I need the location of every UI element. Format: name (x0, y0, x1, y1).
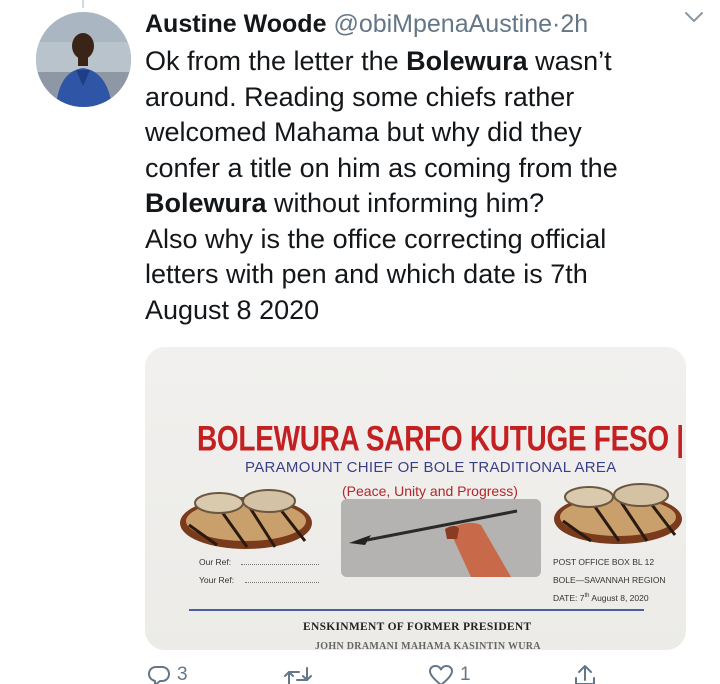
like-icon (429, 665, 453, 684)
tweet-line: Also why is the office correcting offici… (145, 223, 607, 254)
tweet-line: welcomed Mahama but why did they (145, 117, 582, 147)
reply-icon (148, 666, 170, 684)
bold-text: Bolewura (145, 188, 267, 218)
our-ref-label: Our Ref: (199, 557, 232, 567)
your-ref-line (245, 582, 319, 583)
tweet-line: Ok from the letter the Bolewura wasn’t (145, 44, 690, 80)
tweet-media-image[interactable]: BOLEWURA SARFO KUTUGE FESO | PARAMOUNT C… (145, 347, 686, 650)
bold-text: Bolewura (406, 46, 528, 76)
tweet-text: Ok from the letter the Bolewura wasn’t a… (145, 44, 690, 328)
reply-button[interactable]: 3 (147, 664, 188, 684)
spear-arm-graphic (341, 499, 541, 577)
avatar[interactable] (36, 12, 131, 107)
timestamp[interactable]: 2h (560, 10, 588, 38)
letter-divider (189, 609, 644, 611)
letter-cutoff-line: JOHN DRAMANI MAHAMA KASINTIN WURA (315, 641, 541, 650)
letterhead-title: BOLEWURA SARFO KUTUGE FESO | (197, 419, 684, 458)
our-ref-line (241, 564, 319, 565)
text-span: Ok from the letter the (145, 46, 407, 76)
tweet-actions: 3 1 (145, 664, 615, 684)
retweet-icon (284, 667, 312, 684)
date-prefix: DATE: 7 (553, 593, 585, 603)
po-box: POST OFFICE BOX BL 12 (553, 557, 655, 567)
author-handle[interactable]: @obiMpenaAustine (333, 10, 552, 38)
letter-heading: ENSKINMENT OF FORMER PRESIDENT (303, 621, 532, 633)
thread-connector (82, 0, 84, 8)
tweet-line: confer a title on him as coming from the (145, 152, 618, 183)
text-span: without informing him? (266, 188, 545, 218)
region-label: BOLE—SAVANNAH REGION (553, 575, 666, 585)
letterhead-motto: (Peace, Unity and Progress) (342, 483, 518, 499)
share-icon (575, 665, 595, 684)
tweet-line: around. Reading some chiefs rather (145, 81, 575, 112)
reply-count: 3 (177, 664, 188, 684)
drums-emblem-left (180, 489, 312, 549)
tweet-line: letters with pen and which date is 7th (145, 259, 588, 289)
retweet-button[interactable] (283, 664, 319, 684)
letter-date: DATE: 7th August 8, 2020 (553, 593, 649, 603)
letterhead-subtitle: PARAMOUNT CHIEF OF BOLE TRADITIONAL AREA (245, 459, 617, 476)
like-count: 1 (460, 664, 471, 684)
tweet-line: August 8 2020 (145, 294, 320, 325)
chief-photo (341, 499, 541, 577)
avatar-photo (36, 12, 131, 107)
date-suffix: August 8, 2020 (589, 593, 649, 603)
share-button[interactable] (573, 664, 597, 684)
text-span: wasn’t (527, 46, 612, 76)
your-ref-label: Your Ref: (199, 575, 235, 585)
chevron-down-icon[interactable] (684, 10, 704, 24)
drums-emblem-right (554, 483, 682, 544)
tweet-header: Austine Woode @obiMpenaAustine·2h (145, 6, 685, 42)
like-button[interactable]: 1 (428, 664, 471, 684)
tweet-line: Bolewura without informing him? (145, 186, 690, 222)
author-name[interactable]: Austine Woode (145, 10, 326, 38)
